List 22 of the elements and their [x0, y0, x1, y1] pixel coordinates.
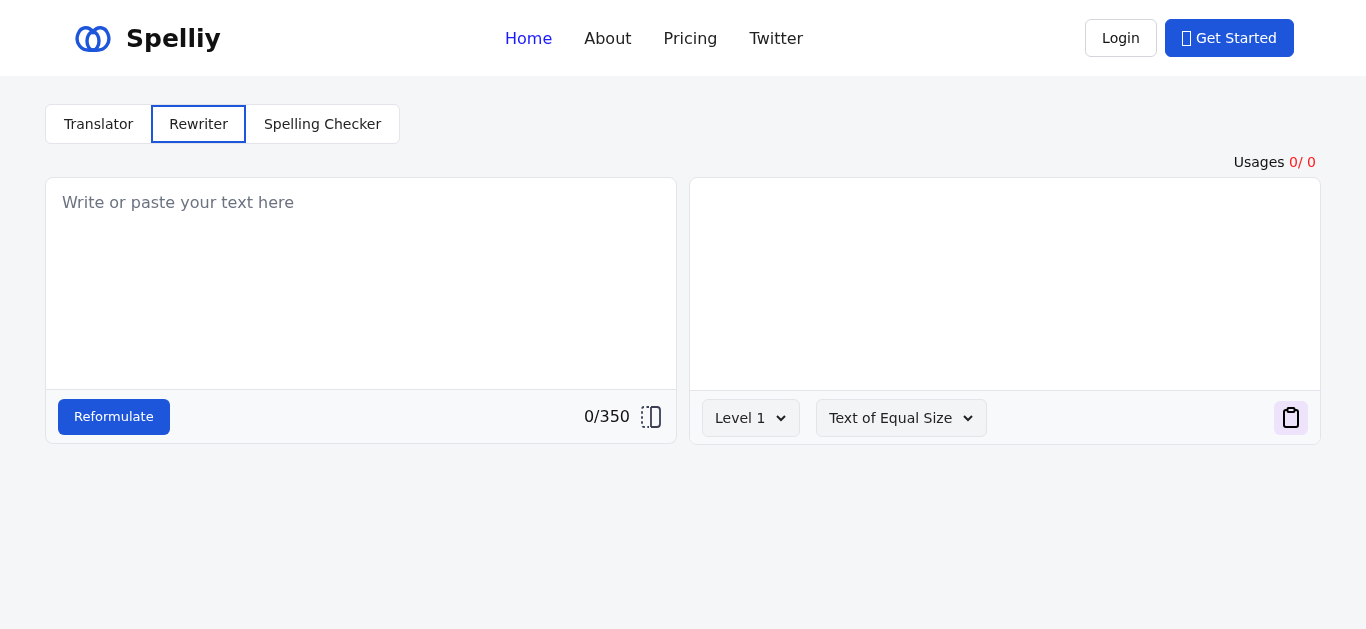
missing-glyph-icon	[1181, 30, 1191, 46]
chevron-down-icon	[962, 413, 975, 422]
nav-link[interactable]: Pricing	[647, 22, 734, 54]
get-started-button[interactable]: Get Started	[1164, 19, 1294, 57]
split-icon[interactable]	[640, 404, 662, 429]
tab[interactable]: Spelling Checker	[245, 105, 400, 143]
brand-name: Spelliy	[126, 23, 221, 53]
dropdown[interactable]: Text of Equal Size	[816, 398, 988, 437]
tab[interactable]: Translator	[46, 105, 152, 143]
text-input-field[interactable]: Write or paste your text here	[45, 177, 677, 390]
nav-link[interactable]: Home	[489, 22, 569, 54]
clipboard-icon	[1282, 406, 1300, 429]
tab[interactable]: Rewriter	[151, 105, 246, 143]
login-button[interactable]: Login	[1085, 19, 1157, 57]
clipboard-button[interactable]	[1274, 400, 1308, 435]
reformulate-button[interactable]: Reformulate	[58, 398, 170, 435]
dropdown[interactable]: Level 1	[702, 398, 801, 437]
nav-link[interactable]: About	[568, 22, 648, 54]
usages-counter: Usages 0/ 0	[1233, 154, 1316, 170]
character-counter: 0/350	[583, 407, 630, 426]
nav-link[interactable]: Twitter	[733, 22, 820, 54]
chevron-down-icon	[775, 413, 788, 422]
